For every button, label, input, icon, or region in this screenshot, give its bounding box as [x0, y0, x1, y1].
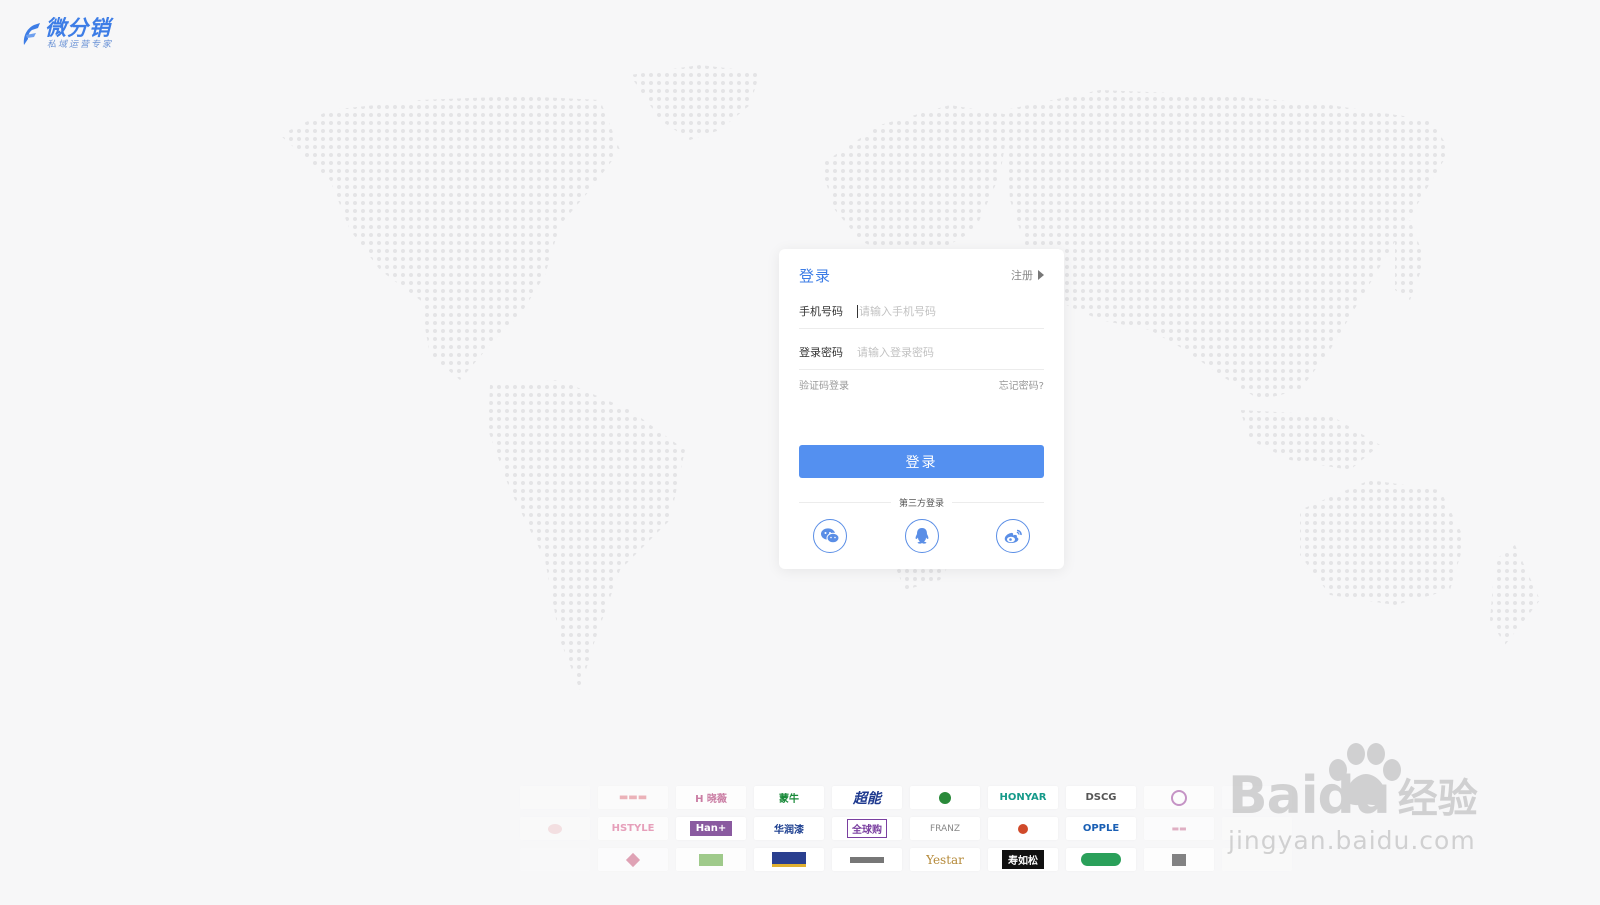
password-field: 登录密码 [799, 335, 1044, 370]
logo-name: 微分销 [45, 16, 111, 40]
brand-row: Yestar 寿如松 [520, 848, 1320, 871]
brand-logo: HSTYLE [598, 817, 668, 840]
weibo-icon [1004, 529, 1022, 543]
weibo-login-button[interactable] [996, 519, 1030, 553]
wechat-icon [821, 528, 840, 544]
code-login-link[interactable]: 验证码登录 [799, 377, 849, 392]
brand-logo [1144, 848, 1214, 871]
brand-logo [1066, 848, 1136, 871]
watermark-brand-cn: 经验 [1397, 776, 1478, 822]
brand-text: 全球购 [847, 819, 887, 838]
third-party-login-buttons [813, 519, 1030, 553]
baidu-jingyan-watermark: Baidu 经验 jingyan.baidu.com [1228, 743, 1478, 855]
brand-text: OPPLE [1082, 823, 1120, 834]
qq-login-button[interactable] [904, 519, 939, 553]
login-options: 验证码登录 忘记密码? [799, 377, 1044, 392]
brand-text: Yestar [926, 852, 964, 867]
app-logo[interactable]: 微分销 私域运营专家 [18, 16, 113, 51]
brand-logo [754, 848, 824, 871]
brand-logo [520, 786, 590, 809]
caret-right-icon [1038, 270, 1044, 280]
brand-text: Han+ [689, 821, 733, 836]
text-cursor [857, 304, 858, 318]
watermark-url: jingyan.baidu.com [1228, 826, 1476, 855]
phone-input[interactable] [859, 304, 1044, 318]
brand-logo: Han+ [676, 817, 746, 840]
brand-row: HSTYLE Han+ 华润漆 全球购 FRANZ OPPLE ▬▬ [520, 817, 1320, 840]
register-label: 注册 [1011, 269, 1033, 282]
brand-text: FRANZ [929, 823, 961, 834]
brand-logo: ▬▬ [1144, 817, 1214, 840]
brand-text: 蒙牛 [779, 794, 799, 805]
brand-text: 超能 [853, 790, 881, 807]
divider-line-right [952, 502, 1045, 503]
brand-logo: 全球购 [832, 817, 902, 840]
qq-icon [915, 528, 928, 544]
brand-logo: 蒙牛 [754, 786, 824, 809]
brand-text: 华润漆 [774, 825, 804, 836]
phone-label: 手机号码 [799, 305, 843, 318]
brand-logo: FRANZ [910, 817, 980, 840]
brand-text: DSCG [1085, 792, 1117, 803]
forgot-password-link[interactable]: 忘记密码? [999, 377, 1044, 392]
brand-logo: 华润漆 [754, 817, 824, 840]
login-card: 登录 注册 手机号码 登录密码 验证码登录 忘记密码? 登录 第三方登录 [779, 249, 1064, 569]
brand-logo [988, 817, 1058, 840]
brand-logo: DSCG [1066, 786, 1136, 809]
phone-field: 手机号码 [799, 294, 1044, 329]
brand-logo: Yestar [910, 848, 980, 871]
login-button[interactable]: 登录 [799, 445, 1044, 478]
brand-logo [910, 786, 980, 809]
brand-logo: ▬▬▬ [598, 786, 668, 809]
brand-logo [520, 817, 590, 840]
login-card-header: 登录 注册 [799, 263, 1044, 291]
brand-logo: 超能 [832, 786, 902, 809]
brand-text: 寿如松 [1002, 850, 1044, 869]
register-link[interactable]: 注册 [1011, 267, 1044, 283]
brand-logo [1144, 786, 1214, 809]
wechat-login-button[interactable] [813, 519, 847, 553]
brand-logo: OPPLE [1066, 817, 1136, 840]
logo-slogan: 私域运营专家 [47, 40, 114, 50]
brand-text: HSTYLE [611, 823, 655, 834]
paw-icon [1329, 743, 1401, 806]
brand-logo [832, 848, 902, 871]
brand-logo: 寿如松 [988, 848, 1058, 871]
password-label: 登录密码 [799, 346, 843, 359]
brand-logo [520, 848, 590, 871]
divider-line-left [799, 502, 891, 503]
brand-logo: H 晓薇 [676, 786, 746, 809]
password-input[interactable] [857, 345, 1044, 359]
partner-brand-wall: ▬▬▬ H 晓薇 蒙牛 超能 HONYAR DSCG HSTYLE Han+ 华… [520, 786, 1320, 879]
third-party-label: 第三方登录 [899, 499, 945, 509]
brand-logo [598, 848, 668, 871]
brand-logo: HONYAR [988, 786, 1058, 809]
third-party-divider: 第三方登录 [799, 496, 1045, 509]
login-title: 登录 [799, 267, 832, 285]
brand-text: HONYAR [999, 792, 1047, 803]
brand-row: ▬▬▬ H 晓薇 蒙牛 超能 HONYAR DSCG [520, 786, 1320, 809]
logo-mark-icon [23, 22, 40, 45]
brand-logo [676, 848, 746, 871]
